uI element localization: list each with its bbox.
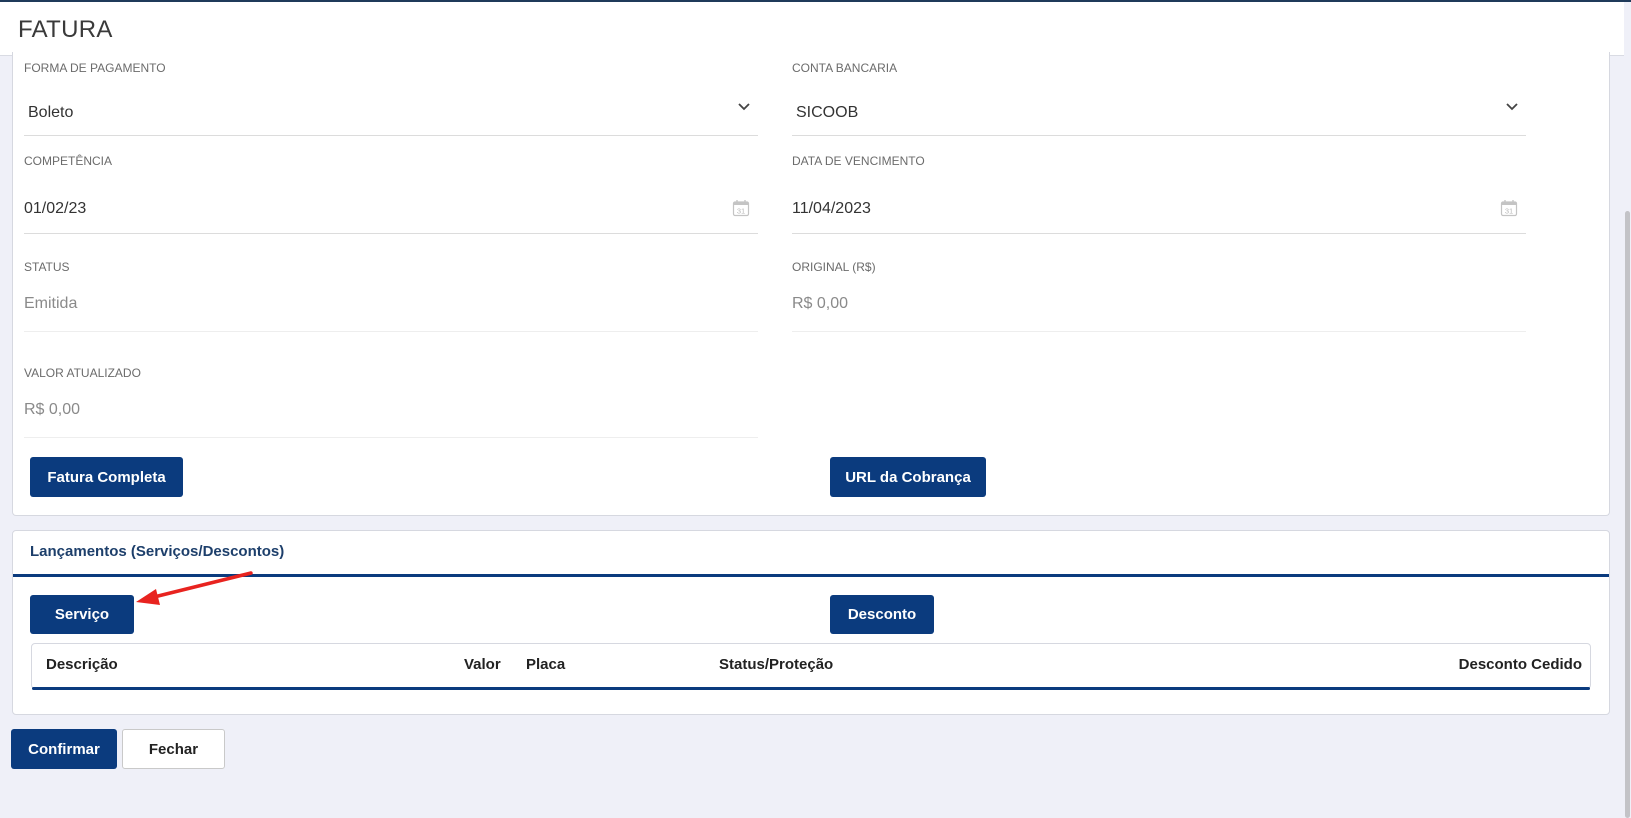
svg-text:31: 31	[1505, 207, 1513, 216]
confirmar-button[interactable]: Confirmar	[11, 729, 117, 769]
status-value: Emitida	[24, 295, 78, 312]
lancamentos-title: Lançamentos (Serviços/Descontos)	[30, 543, 285, 560]
status-label: STATUS	[24, 260, 70, 274]
conta-bancaria-label: CONTA BANCARIA	[792, 61, 898, 75]
forma-pagamento-underline	[24, 135, 758, 136]
valor-atualizado-value: R$ 0,00	[24, 401, 81, 418]
valor-atualizado-field: VALOR ATUALIZADO R$ 0,00	[24, 366, 758, 438]
calendar-icon[interactable]: 31	[1500, 199, 1518, 217]
desconto-button[interactable]: Desconto	[830, 595, 934, 634]
page-title: FATURA	[18, 16, 113, 43]
valor-atualizado-label: VALOR ATUALIZADO	[24, 366, 141, 380]
column-header-desconto-cedido[interactable]: Desconto Cedido	[1459, 656, 1582, 673]
column-header-placa[interactable]: Placa	[526, 656, 565, 673]
status-field: STATUS Emitida	[24, 260, 758, 332]
status-underline	[24, 331, 758, 332]
original-underline	[792, 331, 1526, 332]
table-header-underline	[32, 687, 1590, 690]
original-field: ORIGINAL (R$) R$ 0,00	[792, 260, 1526, 332]
conta-bancaria-value: SICOOB	[796, 104, 859, 121]
forma-pagamento-select[interactable]: FORMA DE PAGAMENTO Boleto	[24, 52, 758, 136]
calendar-icon[interactable]: 31	[732, 199, 750, 217]
chevron-down-icon	[1506, 103, 1518, 111]
competencia-label: COMPETÊNCIA	[24, 154, 113, 168]
data-vencimento-field[interactable]: DATA DE VENCIMENTO 11/04/2023 31	[792, 154, 1526, 234]
competencia-field[interactable]: COMPETÊNCIA 01/02/23 31	[24, 154, 758, 234]
forma-pagamento-label: FORMA DE PAGAMENTO	[24, 61, 166, 75]
column-header-descricao[interactable]: Descrição	[46, 656, 118, 673]
column-header-valor[interactable]: Valor	[464, 656, 501, 673]
fatura-completa-button[interactable]: Fatura Completa	[30, 457, 183, 497]
lancamentos-card: Lançamentos (Serviços/Descontos) Serviço…	[12, 530, 1610, 715]
conta-bancaria-select[interactable]: CONTA BANCARIA SICOOB	[792, 52, 1526, 136]
data-vencimento-label: DATA DE VENCIMENTO	[792, 154, 925, 168]
forma-pagamento-value: Boleto	[28, 104, 74, 121]
page-header: FATURA	[0, 2, 1624, 56]
lancamentos-table: Descrição Valor Placa Status/Proteção De…	[31, 643, 1591, 690]
competencia-value: 01/02/23	[24, 200, 87, 217]
scrollbar-thumb[interactable]	[1625, 211, 1630, 818]
original-label: ORIGINAL (R$)	[792, 260, 876, 274]
column-header-status-protecao[interactable]: Status/Proteção	[719, 656, 833, 673]
fechar-button[interactable]: Fechar	[122, 729, 225, 769]
original-value: R$ 0,00	[792, 295, 849, 312]
page-scrollbar[interactable]	[1624, 56, 1631, 818]
chevron-down-icon	[738, 103, 750, 111]
svg-text:31: 31	[737, 207, 745, 216]
competencia-underline	[24, 233, 758, 234]
conta-bancaria-underline	[792, 135, 1526, 136]
fatura-details-card: FORMA DE PAGAMENTO Boleto CONTA BANCARIA…	[12, 52, 1610, 516]
url-cobranca-button[interactable]: URL da Cobrança	[830, 457, 986, 497]
valor-atualizado-underline	[24, 437, 758, 438]
red-arrow-annotation	[136, 571, 253, 605]
data-vencimento-underline	[792, 233, 1526, 234]
servico-button[interactable]: Serviço	[30, 595, 134, 634]
data-vencimento-value: 11/04/2023	[792, 200, 871, 217]
